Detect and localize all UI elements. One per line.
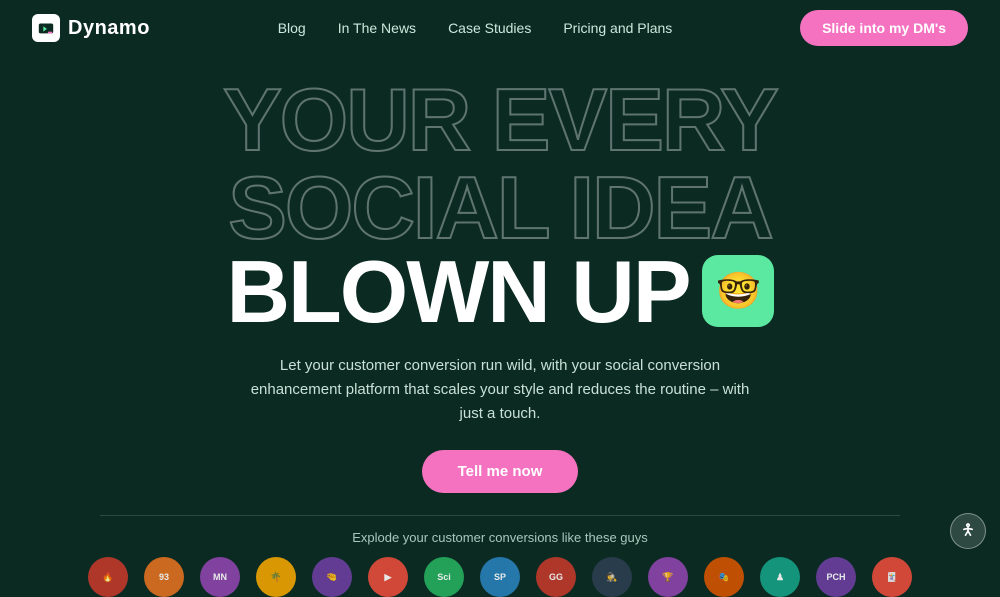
logo-item: 🏆 (648, 559, 688, 595)
logo-item: ♟ (760, 559, 800, 595)
logo-item: ▶ (368, 559, 408, 595)
hero-line3: BLOWN UP 🤓 (226, 248, 773, 336)
logos-tagline: Explode your customer conversions like t… (20, 530, 980, 545)
logo[interactable]: Dynamo (32, 14, 150, 42)
logo-item: MN (200, 559, 240, 595)
logos-row: 🔥 93 MN 🌴 🤏 ▶ Sci SP GG 🕵 🏆 🎭 ♟ PCH 🃏 (20, 559, 980, 595)
logo-item: 🎭 (704, 559, 744, 595)
nav-cta-button[interactable]: Slide into my DM's (800, 10, 968, 46)
navbar: Dynamo Blog In The News Case Studies Pri… (0, 0, 1000, 56)
logo-item: 🃏 (872, 559, 912, 595)
nav-links: Blog In The News Case Studies Pricing an… (278, 20, 673, 36)
logo-item: Sci (424, 559, 464, 595)
hero-section: YOUR EVERY SOCIAL IDEA BLOWN UP 🤓 Let yo… (0, 56, 1000, 493)
nav-link-pricing[interactable]: Pricing and Plans (563, 20, 672, 36)
logo-item: GG (536, 559, 576, 595)
nav-link-blog[interactable]: Blog (278, 20, 306, 36)
hero-line1: YOUR EVERY (223, 76, 777, 164)
logo-item: SP (480, 559, 520, 595)
accessibility-button[interactable] (950, 513, 986, 549)
logo-item: PCH (816, 559, 856, 595)
logo-item: 🌴 (256, 559, 296, 595)
mascot-badge: 🤓 (702, 255, 774, 327)
mascot-icon: 🤓 (716, 273, 759, 309)
logo-item: 🔥 (88, 559, 128, 595)
logo-item: 93 (144, 559, 184, 595)
logo-item: 🤏 (312, 559, 352, 595)
nav-link-news[interactable]: In The News (338, 20, 416, 36)
nav-link-cases[interactable]: Case Studies (448, 20, 531, 36)
logo-icon (32, 14, 60, 42)
logos-section: Explode your customer conversions like t… (0, 516, 1000, 595)
hero-subtitle: Let your customer conversion run wild, w… (250, 354, 750, 426)
logo-text: Dynamo (68, 17, 150, 40)
logo-item: 🕵 (592, 559, 632, 595)
hero-cta-button[interactable]: Tell me now (422, 450, 579, 493)
hero-line2: SOCIAL IDEA (228, 164, 772, 252)
